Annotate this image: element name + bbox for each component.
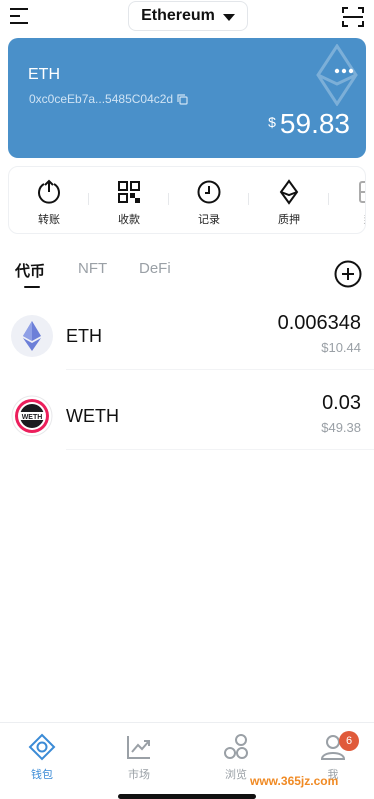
scan-icon[interactable] [342, 6, 364, 28]
transfer-icon [38, 179, 60, 204]
market-icon [127, 736, 150, 759]
action-stake[interactable]: 质押 [249, 167, 329, 233]
ethereum-watermark-icon [316, 44, 358, 106]
row-divider [66, 449, 374, 450]
watermark-text: www.365jz.com [250, 774, 339, 788]
stake-icon [279, 179, 299, 205]
action-transfer[interactable]: 转账 [9, 167, 89, 233]
network-label: Ethereum [141, 7, 215, 24]
token-usd-value: $10.44 [321, 340, 361, 355]
token-name: WETH [66, 406, 119, 426]
wallet-address[interactable]: 0xc0ceEb7a...5485C04c2d [29, 92, 188, 106]
more-icon[interactable] [334, 68, 354, 74]
token-name: ETH [66, 326, 102, 346]
more-action-icon [359, 181, 365, 203]
action-more[interactable]: 封 [329, 167, 366, 233]
top-bar: Ethereum [0, 0, 374, 34]
row-divider [66, 369, 374, 370]
network-selector[interactable]: Ethereum [128, 1, 248, 31]
asset-tabs: 代币 NFT DeFi [0, 256, 374, 290]
wallet-card[interactable]: ETH 0xc0ceEb7a...5485C04c2d $ 59.83 [8, 38, 366, 158]
home-indicator [118, 794, 256, 799]
quick-actions: 转账 收款 记录 质押 封 [8, 166, 366, 234]
chevron-down-icon [222, 13, 235, 21]
tab-nft[interactable]: NFT [78, 260, 107, 277]
tab-tokens[interactable]: 代币 [15, 260, 45, 281]
action-label: 收款 [118, 214, 140, 226]
copy-icon[interactable] [177, 93, 188, 105]
qr-code-icon [118, 181, 140, 203]
balance-amount: 59.83 [279, 108, 350, 139]
history-icon [197, 180, 221, 204]
token-amount: 0.006348 [277, 312, 361, 334]
menu-icon[interactable] [10, 7, 32, 25]
token-row-weth[interactable]: WETH WETH 0.03 $49.38 [0, 380, 374, 450]
nav-label: 市场 [128, 769, 150, 781]
tab-defi[interactable]: DeFi [139, 260, 171, 277]
nav-label: 钱包 [31, 769, 53, 781]
add-token-icon[interactable] [334, 260, 362, 288]
wallet-address-text: 0xc0ceEb7a...5485C04c2d [29, 92, 174, 106]
notification-badge: 6 [339, 731, 359, 751]
nav-wallet[interactable]: 钱包 [12, 733, 72, 782]
eth-logo-icon [11, 315, 53, 357]
wallet-icon [28, 733, 56, 761]
card-symbol: ETH [28, 66, 60, 83]
nav-label: 浏览 [225, 769, 247, 781]
token-row-eth[interactable]: ETH 0.006348 $10.44 [0, 300, 374, 370]
svg-text:WETH: WETH [22, 414, 43, 421]
nav-market[interactable]: 市场 [109, 733, 169, 782]
token-usd-value: $49.38 [321, 420, 361, 435]
weth-logo-icon: WETH [11, 395, 53, 437]
token-amount: 0.03 [322, 392, 361, 414]
action-label: 封 [364, 211, 366, 227]
action-label: 质押 [278, 214, 300, 226]
action-receive[interactable]: 收款 [89, 167, 169, 233]
action-label: 转账 [38, 214, 60, 226]
action-label: 记录 [198, 214, 220, 226]
action-history[interactable]: 记录 [169, 167, 249, 233]
tab-indicator [24, 286, 40, 288]
wallet-balance: $ 59.83 [268, 108, 350, 140]
browse-icon [224, 734, 248, 759]
currency-symbol: $ [268, 114, 276, 130]
